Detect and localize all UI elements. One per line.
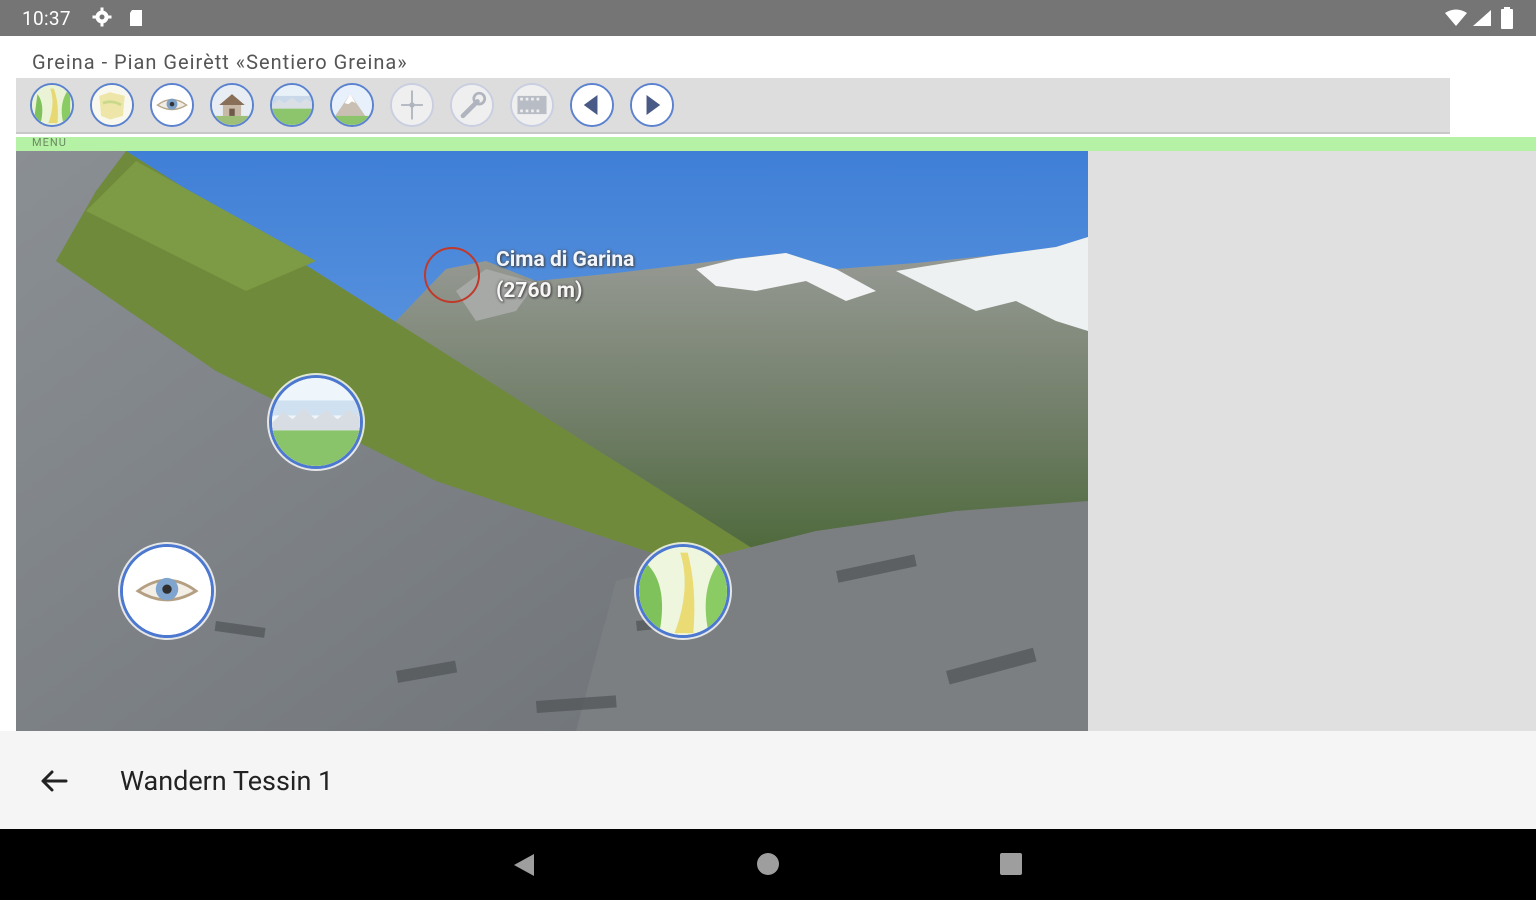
compass-button[interactable] xyxy=(390,83,434,127)
app-bar: Wandern Tessin 1 xyxy=(0,731,1536,829)
map-icon xyxy=(92,85,132,125)
arrow-left-icon xyxy=(572,85,612,125)
nav-home-icon[interactable] xyxy=(757,853,779,875)
eye-icon xyxy=(123,547,211,635)
route-icon xyxy=(32,85,72,125)
mountain-icon xyxy=(332,85,372,125)
panorama-photo[interactable]: Cima di Garina (2760 m) xyxy=(16,151,1088,731)
app-title: Wandern Tessin 1 xyxy=(120,765,334,797)
back-arrow-icon[interactable] xyxy=(36,763,72,799)
next-button[interactable] xyxy=(630,83,674,127)
menu-strip[interactable]: MENU xyxy=(16,136,1536,151)
film-icon xyxy=(512,85,552,125)
route-icon xyxy=(639,547,727,635)
panorama-button[interactable] xyxy=(270,83,314,127)
route-map-button[interactable] xyxy=(30,83,74,127)
mountain-button[interactable] xyxy=(330,83,374,127)
peak-label: Cima di Garina (2760 m) xyxy=(496,245,634,307)
panorama-icon xyxy=(272,378,360,466)
wifi-icon xyxy=(1445,9,1467,26)
status-time: 10:37 xyxy=(22,7,71,30)
panorama-hotspot[interactable] xyxy=(269,375,363,469)
panorama-icon xyxy=(272,85,312,125)
peak-altitude: (2760 m) xyxy=(496,279,583,303)
compass-icon xyxy=(392,85,432,125)
map-button[interactable] xyxy=(90,83,134,127)
status-bar: 10:37 xyxy=(0,0,1536,36)
view-hotspot[interactable] xyxy=(120,544,214,638)
tools-button[interactable] xyxy=(450,83,494,127)
menu-label: MENU xyxy=(32,136,67,149)
mountain-landscape-image xyxy=(16,151,1088,731)
settings-gear-icon xyxy=(92,7,112,27)
toolbar xyxy=(16,78,1450,134)
nav-back-icon[interactable] xyxy=(512,852,536,878)
battery-icon xyxy=(1501,7,1513,29)
peak-marker[interactable] xyxy=(424,247,480,303)
nav-recent-icon[interactable] xyxy=(1000,853,1022,875)
page-subtitle: Greina - Pian Geirètt «Sentiero Greina» xyxy=(32,50,408,74)
side-panel xyxy=(1088,151,1536,731)
view-button[interactable] xyxy=(150,83,194,127)
previous-button[interactable] xyxy=(570,83,614,127)
signal-icon xyxy=(1473,10,1491,26)
arrow-right-icon xyxy=(632,85,672,125)
route-hotspot[interactable] xyxy=(636,544,730,638)
wrench-icon xyxy=(452,85,492,125)
hut-button[interactable] xyxy=(210,83,254,127)
house-icon xyxy=(212,85,252,125)
film-button[interactable] xyxy=(510,83,554,127)
sd-card-icon xyxy=(130,10,142,26)
eye-icon xyxy=(152,85,192,125)
peak-name: Cima di Garina xyxy=(496,248,635,272)
